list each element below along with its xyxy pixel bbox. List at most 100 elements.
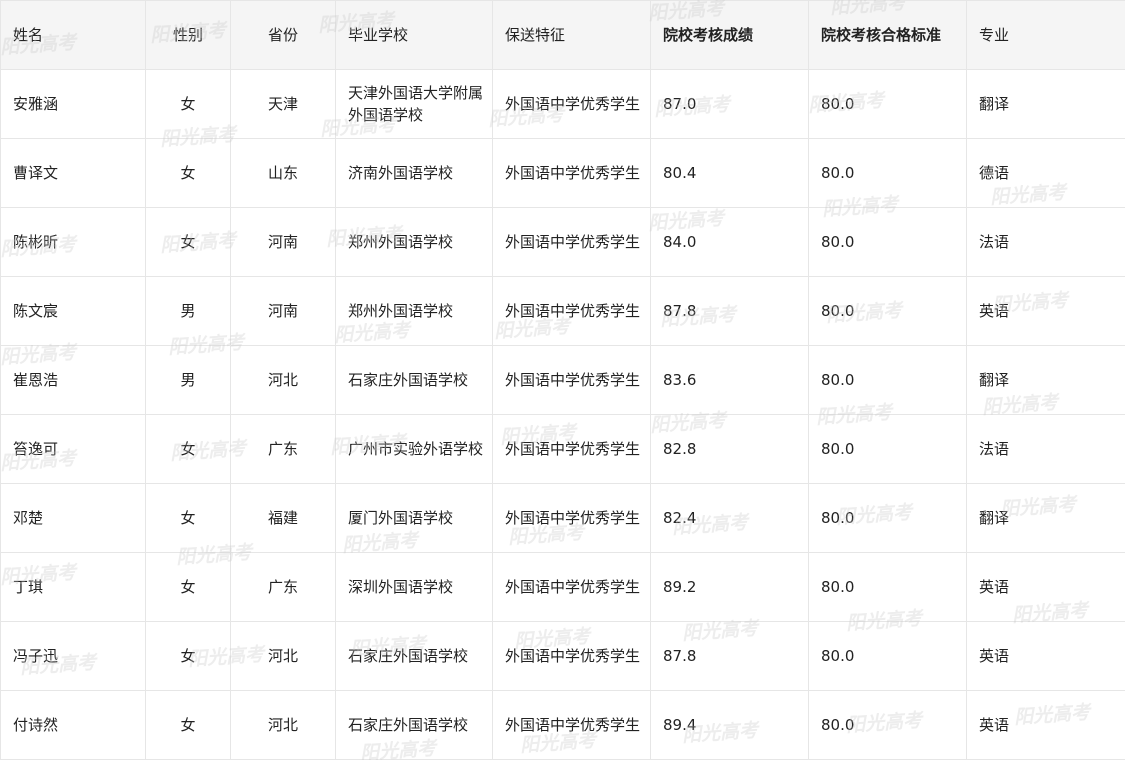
cell-province: 山东 [230, 138, 336, 208]
admission-table: 姓名 性别 省份 毕业学校 保送特征 院校考核成绩 院校考核合格标准 专业 安雅… [0, 0, 1125, 760]
table-row: 丁琪女广东 深圳外国语学校 外国语中学优秀学生 89.2 80.0 英语 [0, 552, 1125, 622]
cell-school: 石家庄外国语学校 [335, 690, 493, 760]
table-row: 曹译文女山东 济南外国语学校 外国语中学优秀学生 80.4 80.0 德语 [0, 138, 1125, 208]
cell-standard: 80.0 [808, 276, 967, 346]
cell-standard: 80.0 [808, 414, 967, 484]
table-row: 邓楚女福建 厦门外国语学校 外国语中学优秀学生 82.4 80.0 翻译 [0, 483, 1125, 553]
table-body: 安雅涵女天津 天津外国语大学附属外国语学校 外国语中学优秀学生 87.0 80.0 翻译曹… [0, 69, 1125, 760]
header-major: 专业 [966, 0, 1125, 70]
cell-name: 曹译文 [0, 138, 146, 208]
cell-gender: 女 [145, 483, 231, 553]
cell-major: 翻译 [966, 483, 1125, 553]
header-province: 省份 [230, 0, 336, 70]
cell-province: 河南 [230, 276, 336, 346]
cell-province: 河北 [230, 690, 336, 760]
cell-school: 厦门外国语学校 [335, 483, 493, 553]
cell-major: 德语 [966, 138, 1125, 208]
cell-major: 英语 [966, 621, 1125, 691]
cell-score: 87.8 [650, 621, 809, 691]
cell-name: 陈彬昕 [0, 207, 146, 277]
cell-province: 河北 [230, 621, 336, 691]
cell-standard: 80.0 [808, 69, 967, 139]
cell-score: 84.0 [650, 207, 809, 277]
cell-province: 天津 [230, 69, 336, 139]
table-row: 冯子迅女河北 石家庄外国语学校 外国语中学优秀学生 87.8 80.0 英语 [0, 621, 1125, 691]
cell-name: 邓楚 [0, 483, 146, 553]
cell-score: 87.0 [650, 69, 809, 139]
table-row: 安雅涵女天津 天津外国语大学附属外国语学校 外国语中学优秀学生 87.0 80.0 翻译 [0, 69, 1125, 139]
cell-feature: 外国语中学优秀学生 [492, 345, 651, 415]
cell-score: 89.2 [650, 552, 809, 622]
cell-major: 翻译 [966, 345, 1125, 415]
cell-name: 付诗然 [0, 690, 146, 760]
header-feature: 保送特征 [492, 0, 651, 70]
cell-name: 陈文宸 [0, 276, 146, 346]
cell-province: 广东 [230, 552, 336, 622]
cell-school: 天津外国语大学附属外国语学校 [335, 69, 493, 139]
cell-gender: 女 [145, 138, 231, 208]
cell-score: 82.8 [650, 414, 809, 484]
cell-province: 河北 [230, 345, 336, 415]
table-row: 陈彬昕女河南 郑州外国语学校 外国语中学优秀学生 84.0 80.0 法语 [0, 207, 1125, 277]
cell-gender: 女 [145, 69, 231, 139]
cell-feature: 外国语中学优秀学生 [492, 276, 651, 346]
header-standard: 院校考核合格标准 [808, 0, 967, 70]
cell-school: 石家庄外国语学校 [335, 345, 493, 415]
cell-feature: 外国语中学优秀学生 [492, 69, 651, 139]
cell-feature: 外国语中学优秀学生 [492, 621, 651, 691]
table-row: 笞逸可女广东 广州市实验外语学校 外国语中学优秀学生 82.8 80.0 法语 [0, 414, 1125, 484]
cell-name: 冯子迅 [0, 621, 146, 691]
cell-major: 翻译 [966, 69, 1125, 139]
cell-feature: 外国语中学优秀学生 [492, 138, 651, 208]
cell-province: 广东 [230, 414, 336, 484]
cell-feature: 外国语中学优秀学生 [492, 483, 651, 553]
cell-score: 82.4 [650, 483, 809, 553]
cell-gender: 男 [145, 345, 231, 415]
header-gender: 性别 [145, 0, 231, 70]
cell-gender: 女 [145, 552, 231, 622]
cell-name: 崔恩浩 [0, 345, 146, 415]
cell-gender: 女 [145, 690, 231, 760]
cell-school: 石家庄外国语学校 [335, 621, 493, 691]
cell-feature: 外国语中学优秀学生 [492, 207, 651, 277]
table-header-row: 姓名 性别 省份 毕业学校 保送特征 院校考核成绩 院校考核合格标准 专业 [0, 0, 1125, 70]
header-name: 姓名 [0, 0, 146, 70]
cell-name: 笞逸可 [0, 414, 146, 484]
cell-gender: 女 [145, 621, 231, 691]
cell-standard: 80.0 [808, 552, 967, 622]
cell-feature: 外国语中学优秀学生 [492, 690, 651, 760]
header-score: 院校考核成绩 [650, 0, 809, 70]
cell-standard: 80.0 [808, 690, 967, 760]
cell-major: 英语 [966, 276, 1125, 346]
cell-feature: 外国语中学优秀学生 [492, 414, 651, 484]
cell-major: 法语 [966, 207, 1125, 277]
header-school: 毕业学校 [335, 0, 493, 70]
cell-standard: 80.0 [808, 483, 967, 553]
cell-feature: 外国语中学优秀学生 [492, 552, 651, 622]
cell-gender: 女 [145, 414, 231, 484]
table-row: 崔恩浩男河北 石家庄外国语学校 外国语中学优秀学生 83.6 80.0 翻译 [0, 345, 1125, 415]
table-row: 陈文宸男河南 郑州外国语学校 外国语中学优秀学生 87.8 80.0 英语 [0, 276, 1125, 346]
cell-province: 福建 [230, 483, 336, 553]
cell-major: 法语 [966, 414, 1125, 484]
cell-name: 安雅涵 [0, 69, 146, 139]
cell-school: 郑州外国语学校 [335, 276, 493, 346]
cell-province: 河南 [230, 207, 336, 277]
cell-score: 80.4 [650, 138, 809, 208]
cell-score: 89.4 [650, 690, 809, 760]
cell-major: 英语 [966, 552, 1125, 622]
cell-school: 郑州外国语学校 [335, 207, 493, 277]
cell-major: 英语 [966, 690, 1125, 760]
cell-score: 87.8 [650, 276, 809, 346]
cell-school: 广州市实验外语学校 [335, 414, 493, 484]
cell-standard: 80.0 [808, 207, 967, 277]
cell-name: 丁琪 [0, 552, 146, 622]
cell-school: 深圳外国语学校 [335, 552, 493, 622]
cell-score: 83.6 [650, 345, 809, 415]
cell-standard: 80.0 [808, 345, 967, 415]
table-row: 付诗然女河北 石家庄外国语学校 外国语中学优秀学生 89.4 80.0 英语 [0, 690, 1125, 760]
cell-gender: 女 [145, 207, 231, 277]
cell-school: 济南外国语学校 [335, 138, 493, 208]
cell-standard: 80.0 [808, 138, 967, 208]
cell-standard: 80.0 [808, 621, 967, 691]
